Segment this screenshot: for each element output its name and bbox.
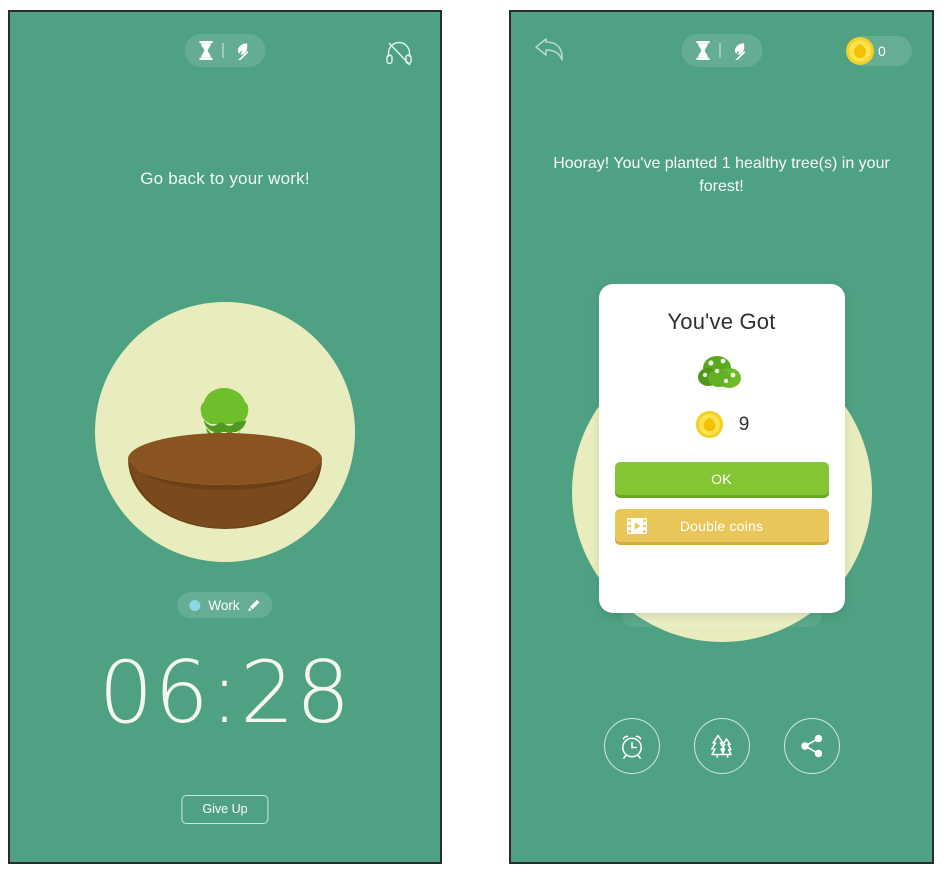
hourglass-icon (199, 41, 213, 60)
focus-timer-screen: Go back to your work! Work 06:28 Give Up (8, 10, 442, 864)
video-ad-icon (626, 517, 647, 534)
coin-balance-badge[interactable]: 0 (846, 36, 912, 66)
alarm-clock-button[interactable] (603, 718, 660, 774)
back-button[interactable] (533, 34, 567, 66)
left-topbar (10, 12, 440, 82)
ok-button[interactable]: OK (614, 462, 829, 495)
coin-icon (695, 410, 723, 439)
reward-screen: 0 Hooray! You've planted 1 healthy tree(… (509, 10, 934, 864)
hooray-message: Hooray! You've planted 1 healthy tree(s)… (553, 155, 890, 196)
double-coins-button[interactable]: Double coins (614, 509, 829, 542)
back-arrow-icon (535, 38, 563, 61)
pencil-edit-icon[interactable] (248, 599, 261, 612)
plant-illustration (93, 300, 357, 564)
share-button[interactable] (783, 718, 840, 774)
right-topbar: 0 (511, 12, 932, 82)
pill-separator (719, 43, 720, 58)
countdown-timer: 06:28 (98, 643, 352, 743)
soil-bowl-top (128, 433, 322, 485)
task-tag-pill[interactable]: Work (177, 592, 273, 618)
mode-pill[interactable] (681, 34, 762, 67)
plant-disabled-icon (733, 43, 745, 60)
forest-trees-icon (710, 734, 732, 758)
screenshot-stage: Go back to your work! Work 06:28 Give Up… (0, 0, 946, 886)
dialog-buttons: OK Double coins (599, 462, 845, 542)
hint-text: Go back to your work! (140, 169, 310, 188)
hourglass-icon (696, 41, 709, 60)
share-icon (800, 734, 822, 758)
headphones-toggle-button[interactable] (384, 38, 414, 68)
coin-amount: 0 (878, 43, 887, 59)
coin-reward-count: 9 (738, 413, 750, 435)
forest-button[interactable] (693, 718, 750, 774)
coin-icon (846, 37, 874, 65)
double-coins-label: Double coins (679, 517, 764, 534)
coin-reward-row: 9 (599, 409, 845, 440)
dialog-title: You've Got (667, 309, 776, 334)
reward-dialog: You've Got 9 OK Double coins (598, 284, 845, 613)
tag-color-dot (189, 599, 201, 611)
alarm-clock-icon (621, 735, 642, 759)
reward-item (599, 353, 845, 393)
flowering-bush-icon (697, 356, 741, 388)
ok-button-label: OK (711, 470, 732, 487)
headphones-off-icon (386, 41, 412, 66)
give-up-button[interactable]: Give Up (181, 795, 269, 824)
tag-label: Work (208, 597, 240, 613)
plant-disabled-icon (236, 43, 249, 60)
mode-pill[interactable] (184, 34, 266, 67)
pill-separator (222, 43, 224, 58)
bottom-action-bar (511, 718, 932, 774)
